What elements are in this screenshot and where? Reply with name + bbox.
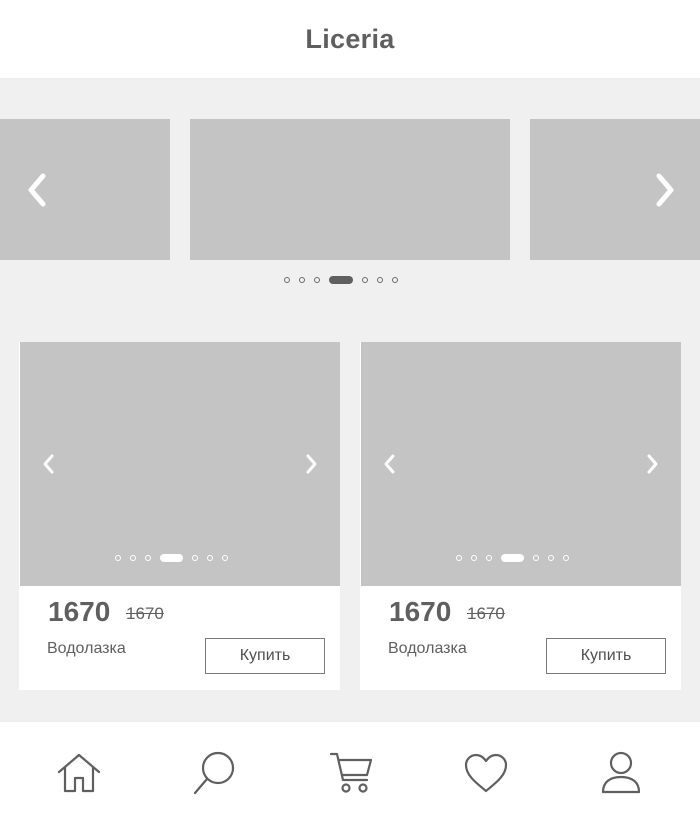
product-price: 1670	[389, 596, 452, 627]
heart-icon	[464, 753, 508, 793]
product-image-next-button[interactable]	[638, 450, 668, 478]
pagination-dot[interactable]	[456, 555, 462, 561]
cart-icon	[329, 752, 373, 793]
app-title: Liceria	[305, 23, 395, 54]
banner-next-button[interactable]	[642, 170, 688, 210]
product-name[interactable]: Водолазка	[47, 640, 126, 658]
chevron-right-icon	[656, 173, 674, 207]
user-icon	[601, 751, 641, 794]
nav-cart[interactable]	[326, 748, 376, 798]
app-header: Liceria	[0, 0, 700, 78]
product-old-price: 1670	[126, 604, 164, 623]
pagination-dot[interactable]	[192, 555, 198, 561]
product-card[interactable]: 1670 1670 Водолазка Купить	[19, 342, 340, 690]
chevron-right-icon	[647, 454, 658, 474]
pagination-dot[interactable]	[563, 555, 569, 561]
banner-slide-current[interactable]	[190, 119, 510, 260]
product-image-pagination	[115, 554, 228, 562]
pagination-dot[interactable]	[145, 555, 151, 561]
pagination-dot[interactable]	[207, 555, 213, 561]
home-icon	[57, 753, 101, 793]
pagination-dot[interactable]	[548, 555, 554, 561]
nav-search[interactable]	[189, 748, 239, 798]
nav-profile[interactable]	[596, 748, 646, 798]
product-image[interactable]	[20, 342, 340, 586]
pagination-dot[interactable]	[362, 277, 368, 283]
pagination-dot[interactable]	[314, 277, 320, 283]
chevron-left-icon	[384, 454, 395, 474]
product-name[interactable]: Водолазка	[388, 640, 467, 658]
product-card[interactable]: 1670 1670 Водолазка Купить	[360, 342, 681, 690]
pagination-dot[interactable]	[471, 555, 477, 561]
pagination-dot[interactable]	[222, 555, 228, 561]
pagination-dot-active[interactable]	[160, 554, 183, 562]
product-price: 1670	[48, 596, 111, 627]
product-image-next-button[interactable]	[297, 450, 327, 478]
pagination-dot[interactable]	[377, 277, 383, 283]
chevron-left-icon	[28, 173, 46, 207]
pagination-dot-active[interactable]	[501, 554, 524, 562]
pagination-dot[interactable]	[284, 277, 290, 283]
banner-prev-button[interactable]	[14, 170, 60, 210]
pagination-dot[interactable]	[299, 277, 305, 283]
product-image-pagination	[456, 554, 569, 562]
product-image-prev-button[interactable]	[33, 450, 63, 478]
pagination-dot[interactable]	[533, 555, 539, 561]
product-image-prev-button[interactable]	[374, 450, 404, 478]
chevron-right-icon	[306, 454, 317, 474]
bottom-navigation	[0, 722, 700, 840]
pagination-dot[interactable]	[486, 555, 492, 561]
product-image[interactable]	[361, 342, 681, 586]
pagination-dot[interactable]	[392, 277, 398, 283]
pagination-dot[interactable]	[115, 555, 121, 561]
nav-home[interactable]	[54, 748, 104, 798]
nav-favorites[interactable]	[461, 748, 511, 798]
chevron-left-icon	[43, 454, 54, 474]
pagination-dot[interactable]	[130, 555, 136, 561]
buy-button[interactable]: Купить	[546, 638, 666, 674]
product-old-price: 1670	[467, 604, 505, 623]
pagination-dot-active[interactable]	[329, 276, 353, 284]
buy-button[interactable]: Купить	[205, 638, 325, 674]
banner-pagination	[284, 276, 398, 284]
search-icon	[193, 751, 235, 795]
